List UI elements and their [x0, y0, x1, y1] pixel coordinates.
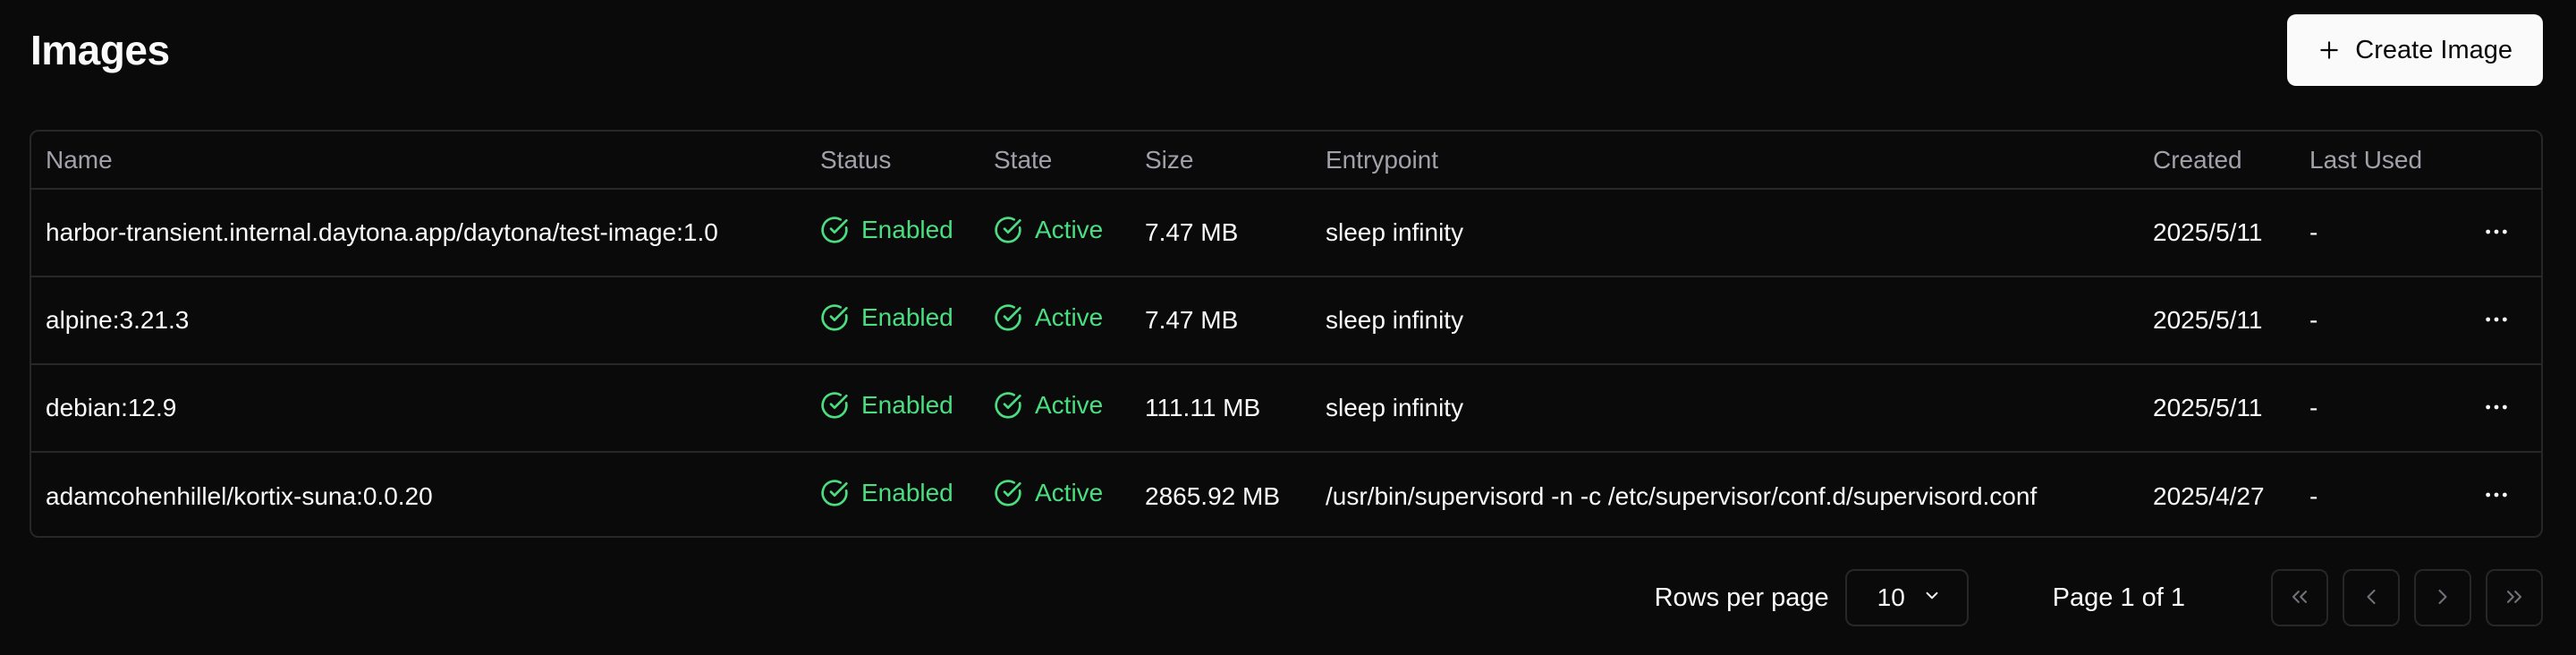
row-actions-button[interactable]: [2475, 386, 2518, 431]
size-cell: 111.11 MB: [1145, 394, 1261, 421]
create-image-button[interactable]: Create Image: [2287, 14, 2543, 86]
entrypoint-cell: sleep infinity: [1326, 394, 1464, 421]
plus-icon: [2318, 38, 2341, 62]
status-cell: Enabled: [806, 452, 979, 536]
image-name-cell: harbor-transient.internal.daytona.app/da…: [46, 218, 718, 246]
chevron-right-icon: [2430, 584, 2455, 612]
circle-check-icon: [820, 391, 849, 420]
images-page: Images Create Image Name Status State Si…: [0, 0, 2576, 655]
circle-check-icon: [994, 391, 1022, 420]
actions-cell: [2461, 452, 2541, 536]
page-header: Images Create Image: [30, 14, 2543, 86]
create-image-label: Create Image: [2355, 35, 2512, 64]
circle-check-icon: [820, 216, 849, 244]
column-header-size[interactable]: Size: [1131, 132, 1311, 189]
last-used-cell: -: [2309, 394, 2318, 421]
size-cell: 2865.92 MB: [1145, 481, 1280, 510]
more-horizontal-icon: [2482, 305, 2511, 336]
column-header-entrypoint[interactable]: Entrypoint: [1311, 132, 2139, 189]
image-name-cell: debian:12.9: [46, 394, 177, 421]
pagination-bar: Rows per page 10 Page 1 of 1: [1655, 569, 2543, 626]
status-label: Enabled: [861, 215, 953, 243]
table-row[interactable]: debian:12.9 Enabled Active 111.11 MB sle…: [31, 364, 2541, 452]
state-label: Active: [1035, 302, 1104, 331]
created-cell: 2025/4/27: [2153, 481, 2265, 510]
state-cell: Active: [979, 189, 1131, 276]
column-header-last-used[interactable]: Last Used: [2295, 132, 2461, 189]
rows-per-page-label: Rows per page: [1654, 583, 1829, 612]
column-header-actions: [2461, 132, 2541, 189]
image-name-cell: adamcohenhillel/kortix-suna:0.0.20: [46, 481, 433, 510]
state-label: Active: [1035, 479, 1104, 506]
entrypoint-cell: /usr/bin/supervisord -n -c /etc/supervis…: [1326, 481, 2038, 510]
more-horizontal-icon: [2482, 217, 2511, 249]
more-horizontal-icon: [2482, 393, 2511, 424]
table-row[interactable]: harbor-transient.internal.daytona.app/da…: [31, 189, 2541, 276]
entrypoint-cell: sleep infinity: [1326, 218, 1464, 246]
image-name-cell: alpine:3.21.3: [46, 306, 190, 334]
chevrons-right-icon: [2502, 584, 2527, 612]
circle-check-icon: [994, 216, 1022, 244]
state-cell: Active: [979, 276, 1131, 364]
actions-cell: [2461, 364, 2541, 452]
next-page-button[interactable]: [2414, 569, 2471, 626]
row-actions-button[interactable]: [2475, 473, 2518, 519]
column-header-created[interactable]: Created: [2139, 132, 2295, 189]
circle-check-icon: [820, 479, 849, 507]
row-actions-button[interactable]: [2475, 298, 2518, 344]
status-cell: Enabled: [806, 189, 979, 276]
circle-check-icon: [820, 303, 849, 332]
previous-page-button[interactable]: [2343, 569, 2400, 626]
state-cell: Active: [979, 364, 1131, 452]
size-cell: 7.47 MB: [1145, 306, 1239, 334]
column-header-name[interactable]: Name: [31, 132, 806, 189]
status-label: Enabled: [861, 390, 953, 419]
size-cell: 7.47 MB: [1145, 218, 1239, 246]
rows-per-page-value: 10: [1877, 583, 1905, 611]
status-label: Enabled: [861, 479, 953, 506]
state-label: Active: [1035, 215, 1104, 243]
column-header-status[interactable]: Status: [806, 132, 979, 189]
entrypoint-cell: sleep infinity: [1326, 306, 1464, 334]
state-cell: Active: [979, 452, 1131, 536]
first-page-button[interactable]: [2271, 569, 2328, 626]
created-cell: 2025/5/11: [2153, 394, 2263, 421]
created-cell: 2025/5/11: [2153, 218, 2263, 246]
images-table: Name Status State Size Entrypoint Create…: [30, 130, 2543, 538]
status-cell: Enabled: [806, 364, 979, 452]
last-used-cell: -: [2309, 481, 2318, 510]
chevron-left-icon: [2359, 584, 2384, 612]
chevron-down-icon: [1920, 583, 1944, 613]
page-title: Images: [30, 27, 170, 73]
status-label: Enabled: [861, 302, 953, 331]
more-horizontal-icon: [2482, 481, 2511, 512]
last-used-cell: -: [2309, 218, 2318, 246]
rows-per-page-select[interactable]: 10: [1844, 569, 1969, 626]
column-header-state[interactable]: State: [979, 132, 1131, 189]
created-cell: 2025/5/11: [2153, 306, 2263, 334]
status-cell: Enabled: [806, 276, 979, 364]
page-indicator: Page 1 of 1: [2052, 583, 2185, 612]
table-header-row: Name Status State Size Entrypoint Create…: [31, 132, 2541, 189]
state-label: Active: [1035, 390, 1104, 419]
circle-check-icon: [994, 303, 1022, 332]
table-row[interactable]: alpine:3.21.3 Enabled Active 7.47 MB sle…: [31, 276, 2541, 364]
actions-cell: [2461, 276, 2541, 364]
table-row[interactable]: adamcohenhillel/kortix-suna:0.0.20 Enabl…: [31, 452, 2541, 536]
actions-cell: [2461, 189, 2541, 276]
last-page-button[interactable]: [2486, 569, 2543, 626]
row-actions-button[interactable]: [2475, 210, 2518, 256]
chevrons-left-icon: [2287, 584, 2312, 612]
circle-check-icon: [994, 479, 1022, 507]
last-used-cell: -: [2309, 306, 2318, 334]
